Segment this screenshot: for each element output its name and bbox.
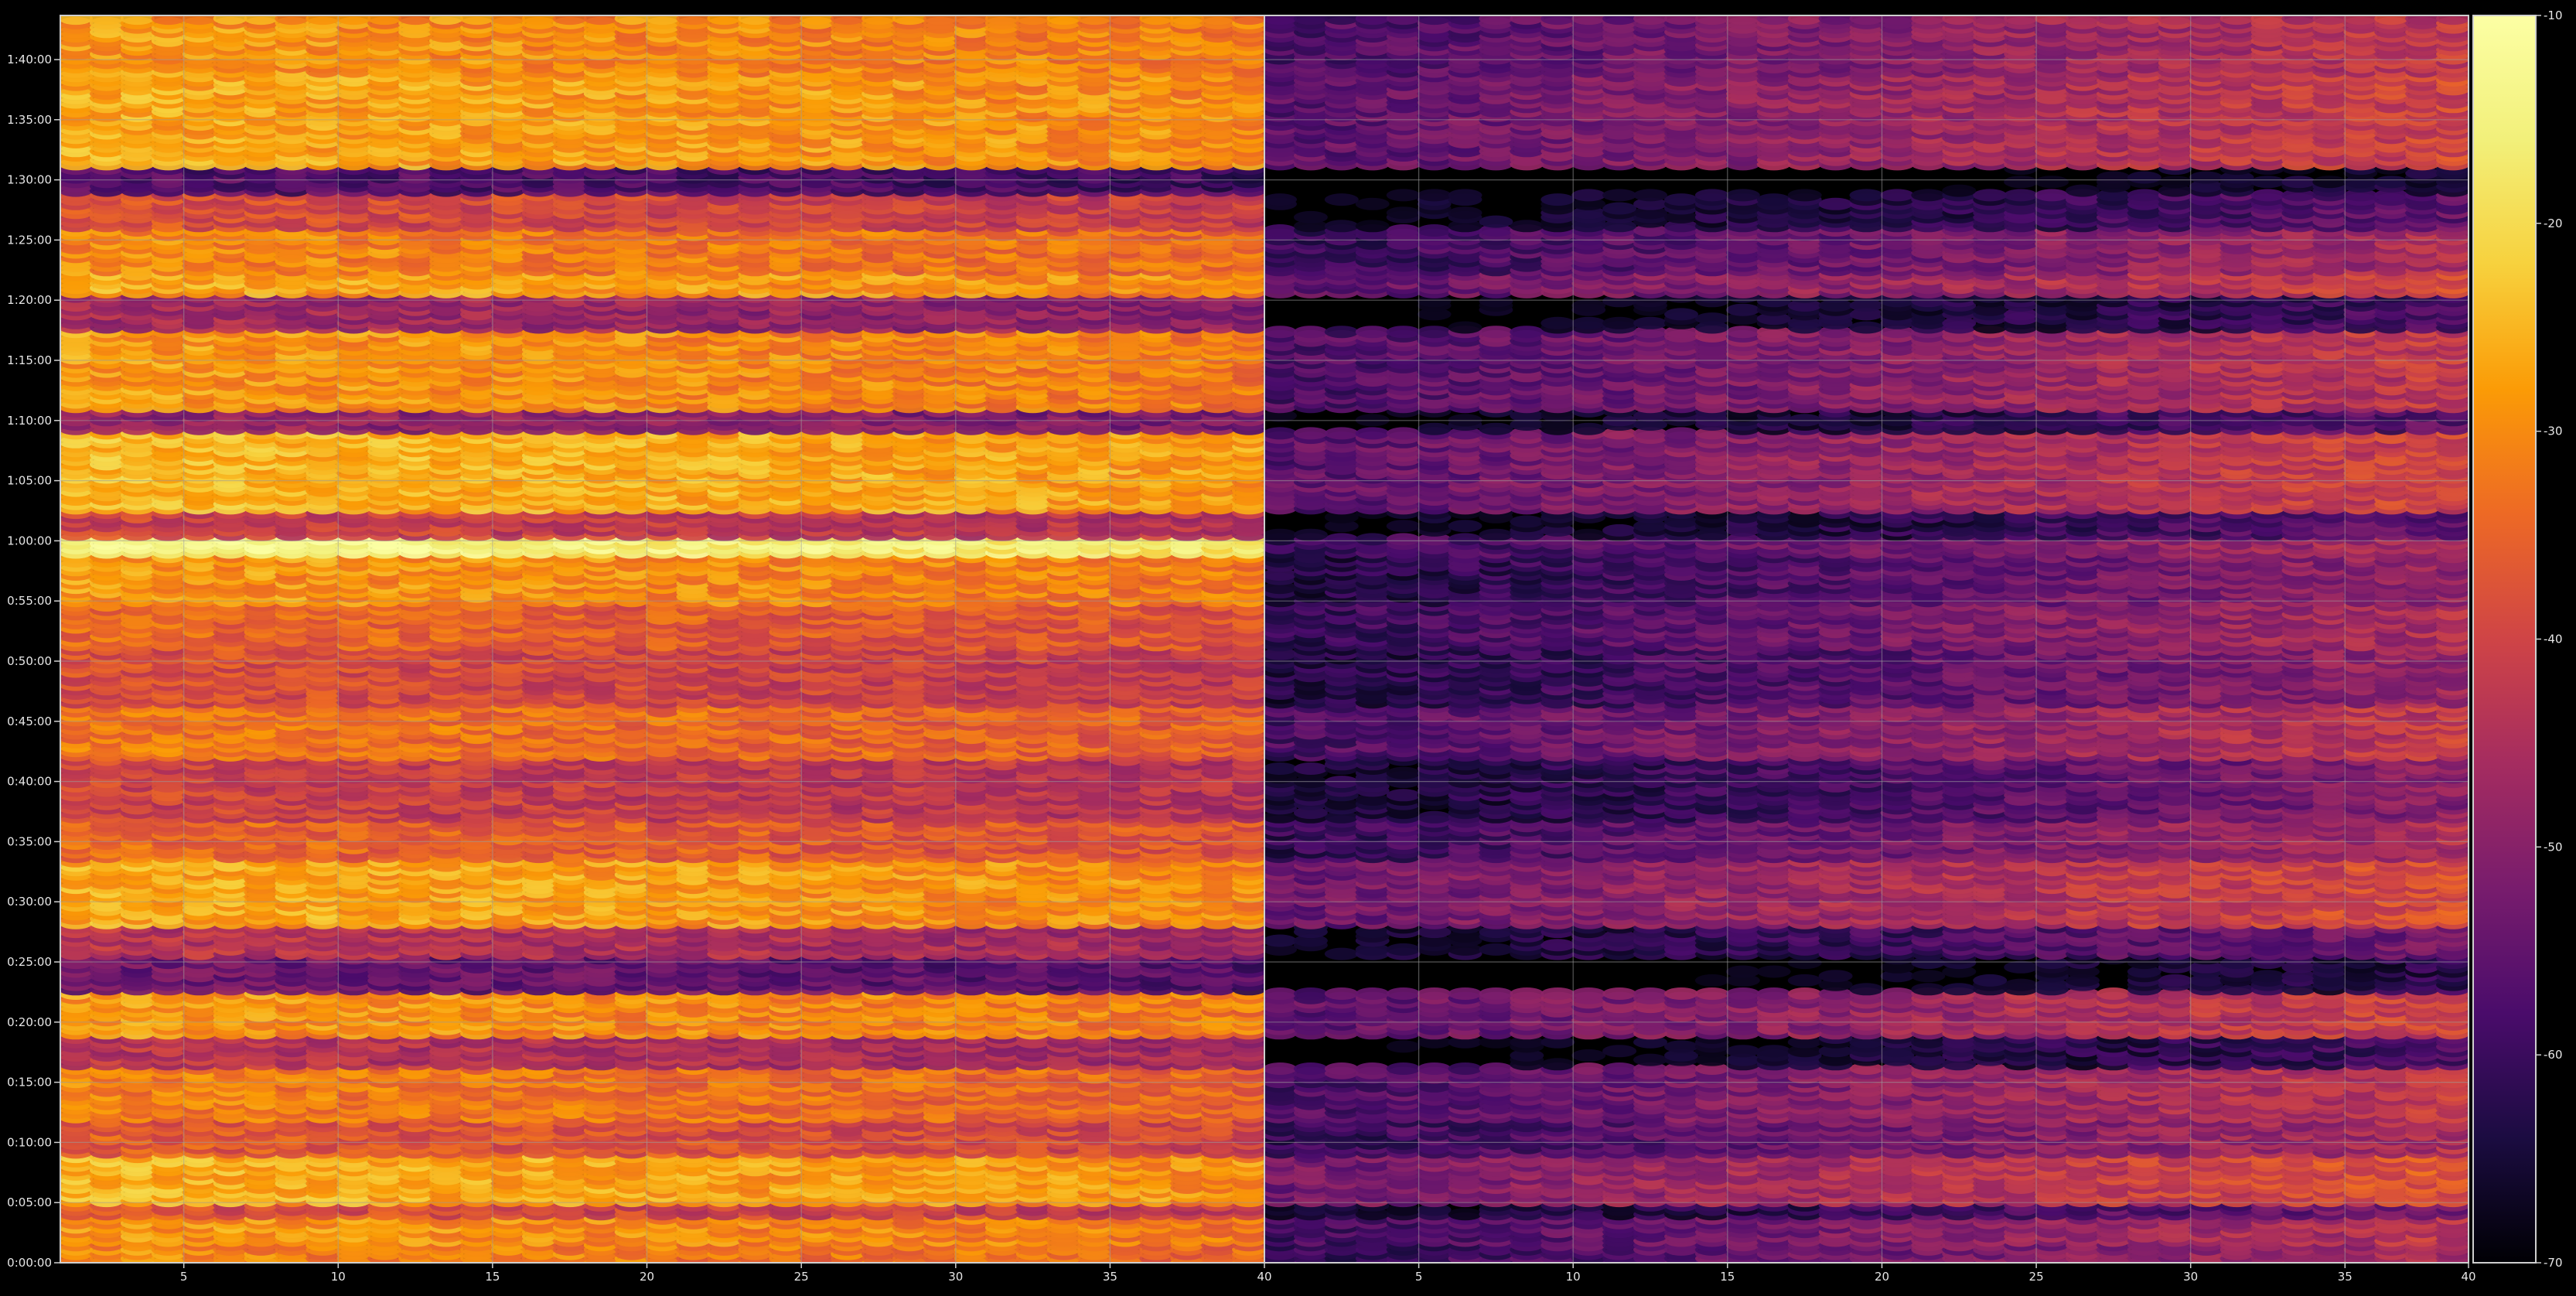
- left-panel: [60, 15, 1265, 1264]
- chart-figure: 0:00:00 0:05:00 0:10:00 0:15:00 0:20:00 0:25:…: [0, 0, 2576, 1293]
- left-panel-marks: [60, 15, 1264, 1263]
- heatmap-chart: 0:00:000:05:000:10:000:15:000:20:000:25:…: [7, 9, 2562, 1284]
